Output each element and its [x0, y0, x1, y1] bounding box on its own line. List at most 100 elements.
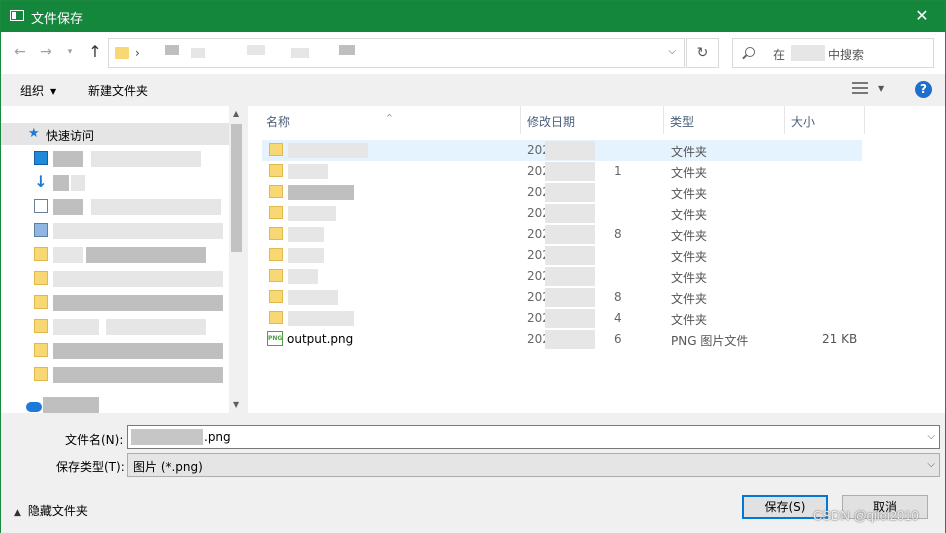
nav-item-folder[interactable]: [1, 315, 229, 339]
file-row[interactable]: 202 文件夹: [262, 266, 862, 287]
nav-item-folder[interactable]: [1, 291, 229, 315]
recent-locations-button[interactable]: ▾: [61, 43, 79, 61]
nav-item-folder[interactable]: [1, 363, 229, 387]
back-button[interactable]: ←: [11, 43, 29, 61]
column-header-type[interactable]: 类型: [664, 106, 784, 134]
breadcrumb-redacted[interactable]: [151, 45, 371, 61]
file-type: PNG 图片文件: [671, 334, 749, 348]
filename-input[interactable]: .png ⌵: [127, 425, 940, 449]
file-row[interactable]: 202 4 文件夹: [262, 308, 862, 329]
nav-item-desktop[interactable]: [1, 147, 229, 171]
desktop-icon: [34, 151, 48, 165]
folder-icon: [269, 227, 283, 240]
close-button[interactable]: ✕: [899, 1, 945, 32]
date-modified-tail: 8: [614, 227, 622, 241]
scroll-up-icon[interactable]: ▲: [233, 109, 239, 118]
nav-item-documents[interactable]: [1, 195, 229, 219]
details-view-icon: [852, 82, 868, 94]
download-icon: ↓: [34, 172, 48, 191]
nav-pane-scrollbar[interactable]: ▲ ▼: [229, 106, 244, 413]
help-button[interactable]: ?: [915, 81, 932, 98]
column-header-modified[interactable]: 修改日期: [521, 106, 663, 134]
hide-folders-label: 隐藏文件夹: [27, 504, 88, 518]
column-type-label: 类型: [670, 115, 695, 129]
watermark: CSDN @qilei2010: [813, 508, 919, 523]
file-type: 文件夹: [671, 292, 708, 306]
up-button[interactable]: ↑: [86, 43, 104, 61]
organize-menu[interactable]: 组织 ▼: [20, 82, 56, 99]
nav-item-folder[interactable]: [1, 267, 229, 291]
save-dialog: 文件保存 ✕ ← → ▾ ↑ › ⌵ ↻ 在 中搜索 组织 ▼ 新建文件夹 ▼ …: [0, 0, 946, 533]
file-type: 文件夹: [671, 271, 708, 285]
png-file-icon: PNG: [267, 331, 283, 346]
pictures-icon: [34, 223, 48, 237]
quick-access-label: 快速访问: [46, 129, 95, 143]
file-row[interactable]: 202 文件夹: [262, 203, 862, 224]
column-divider[interactable]: [864, 106, 865, 134]
forward-button[interactable]: →: [37, 43, 55, 61]
sort-ascending-icon: ^: [386, 113, 393, 122]
nav-item-onedrive-redacted[interactable]: [43, 397, 99, 413]
search-scope-redacted: [791, 45, 825, 61]
file-type: 文件夹: [671, 229, 708, 243]
file-type: 文件夹: [671, 145, 708, 159]
caret-up-icon: ▲: [14, 508, 21, 518]
navigation-bar: ← → ▾ ↑ › ⌵ ↻ 在 中搜索: [1, 32, 945, 74]
column-name-label: 名称: [266, 115, 291, 129]
chevron-down-icon[interactable]: ⌵: [927, 459, 935, 470]
file-type: 文件夹: [671, 208, 708, 222]
file-row[interactable]: 202 文件夹: [262, 182, 862, 203]
window-title: 文件保存: [31, 12, 84, 27]
filetype-select[interactable]: 图片 (*.png) ⌵: [127, 453, 940, 477]
filename-redacted: [131, 429, 203, 445]
address-bar[interactable]: › ⌵: [108, 38, 685, 68]
folder-icon: [34, 367, 48, 381]
navigation-pane: ★ 快速访问 ↓: [1, 106, 244, 413]
search-input[interactable]: 在 中搜索: [732, 38, 934, 68]
hide-folders-toggle[interactable]: ▲ 隐藏文件夹: [14, 502, 88, 519]
file-row[interactable]: 202 1 文件夹: [262, 161, 862, 182]
new-folder-button[interactable]: 新建文件夹: [88, 82, 148, 99]
folder-icon: [34, 295, 48, 309]
file-row[interactable]: PNG output.png 202 6 PNG 图片文件 21 KB: [262, 329, 862, 350]
column-header-name[interactable]: 名称 ^: [248, 106, 520, 134]
nav-item-folder[interactable]: [1, 339, 229, 363]
folder-icon: [269, 164, 283, 177]
date-modified-tail: 1: [614, 164, 622, 178]
nav-item-pictures[interactable]: [1, 219, 229, 243]
file-type: 文件夹: [671, 313, 708, 327]
chevron-down-icon[interactable]: ⌵: [927, 431, 935, 442]
nav-item-downloads[interactable]: ↓: [1, 171, 229, 195]
file-row[interactable]: 202 8 文件夹: [262, 287, 862, 308]
file-type: 文件夹: [671, 250, 708, 264]
file-row[interactable]: 202 文件夹: [262, 245, 862, 266]
star-icon: ★: [28, 126, 40, 141]
column-size-label: 大小: [791, 115, 816, 129]
nav-item-folder[interactable]: [1, 243, 229, 267]
file-type: 文件夹: [671, 187, 708, 201]
window-icon: [10, 10, 24, 21]
onedrive-icon: [26, 402, 42, 412]
caret-down-icon: ▼: [50, 87, 57, 96]
scrollbar-thumb[interactable]: [231, 124, 242, 252]
chevron-down-icon[interactable]: ⌵: [668, 46, 676, 57]
view-menu[interactable]: ▼: [852, 82, 884, 97]
folder-icon: [269, 269, 283, 282]
file-name: output.png: [287, 332, 354, 346]
filename-value: .png: [204, 430, 231, 444]
file-size: 21 KB: [822, 332, 858, 346]
search-placeholder-prefix: 在: [773, 48, 786, 62]
title-bar: 文件保存 ✕: [1, 1, 945, 32]
folder-icon: [269, 185, 283, 198]
scroll-down-icon[interactable]: ▼: [233, 400, 239, 409]
folder-icon: [269, 290, 283, 303]
file-list: 名称 ^ 修改日期 类型 大小 202 文件夹 202 1 文件夹 202 文件…: [248, 106, 945, 413]
file-row[interactable]: 202 文件夹: [262, 140, 862, 161]
refresh-button[interactable]: ↻: [686, 38, 719, 68]
folder-icon: [34, 271, 48, 285]
file-row[interactable]: 202 8 文件夹: [262, 224, 862, 245]
quick-access-item[interactable]: ★ 快速访问: [1, 123, 229, 145]
folder-icon: [34, 247, 48, 261]
command-bar: 组织 ▼ 新建文件夹 ▼: [1, 74, 945, 105]
column-header-size[interactable]: 大小: [785, 106, 864, 134]
